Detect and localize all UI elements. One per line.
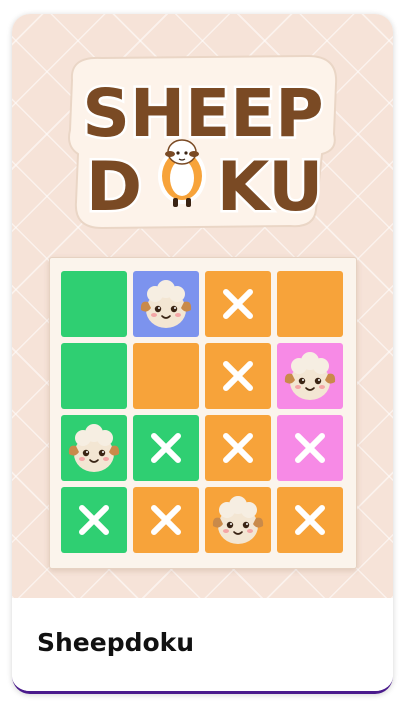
board-cell-r3c1[interactable] bbox=[61, 415, 127, 481]
board-cell-r4c4[interactable] bbox=[277, 487, 343, 553]
board-cell-r4c3[interactable] bbox=[205, 487, 271, 553]
x-mark-icon bbox=[151, 505, 181, 535]
board-cell-r1c1[interactable] bbox=[61, 271, 127, 337]
sheepdoku-board bbox=[49, 257, 357, 569]
game-title[interactable]: Sheepdoku bbox=[37, 628, 194, 657]
board-cell-r2c1[interactable] bbox=[61, 343, 127, 409]
board-cell-r1c4[interactable] bbox=[277, 271, 343, 337]
board-cell-r4c2[interactable] bbox=[133, 487, 199, 553]
x-mark-icon bbox=[295, 433, 325, 463]
logo-line2-right: KU bbox=[217, 148, 324, 227]
x-mark-icon bbox=[295, 505, 325, 535]
board-cell-r1c3[interactable] bbox=[205, 271, 271, 337]
sheep-icon bbox=[68, 424, 120, 472]
card-label-bar[interactable]: Sheepdoku bbox=[12, 598, 393, 691]
x-mark-icon bbox=[223, 433, 253, 463]
logo-line2-left: D bbox=[86, 148, 142, 227]
board-cell-r2c3[interactable] bbox=[205, 343, 271, 409]
board-cell-r2c4[interactable] bbox=[277, 343, 343, 409]
sheepdoku-logo: SHEEP D KU bbox=[62, 50, 344, 230]
board-cell-r2c2[interactable] bbox=[133, 343, 199, 409]
x-mark-icon bbox=[223, 289, 253, 319]
board-cell-r3c3[interactable] bbox=[205, 415, 271, 481]
x-mark-icon bbox=[151, 433, 181, 463]
x-mark-icon bbox=[223, 361, 253, 391]
board-cell-r1c2[interactable] bbox=[133, 271, 199, 337]
logo-line1: SHEEP bbox=[82, 75, 323, 152]
game-thumbnail[interactable]: SHEEP D KU bbox=[12, 14, 393, 598]
board-grid bbox=[61, 271, 343, 553]
board-cell-r3c2[interactable] bbox=[133, 415, 199, 481]
x-mark-icon bbox=[79, 505, 109, 535]
board-cell-r4c1[interactable] bbox=[61, 487, 127, 553]
sheep-icon bbox=[140, 280, 192, 328]
game-card[interactable]: SHEEP D KU Sheepdoku bbox=[12, 14, 393, 694]
sheep-icon bbox=[212, 496, 264, 544]
sheep-icon bbox=[284, 352, 336, 400]
board-cell-r3c4[interactable] bbox=[277, 415, 343, 481]
